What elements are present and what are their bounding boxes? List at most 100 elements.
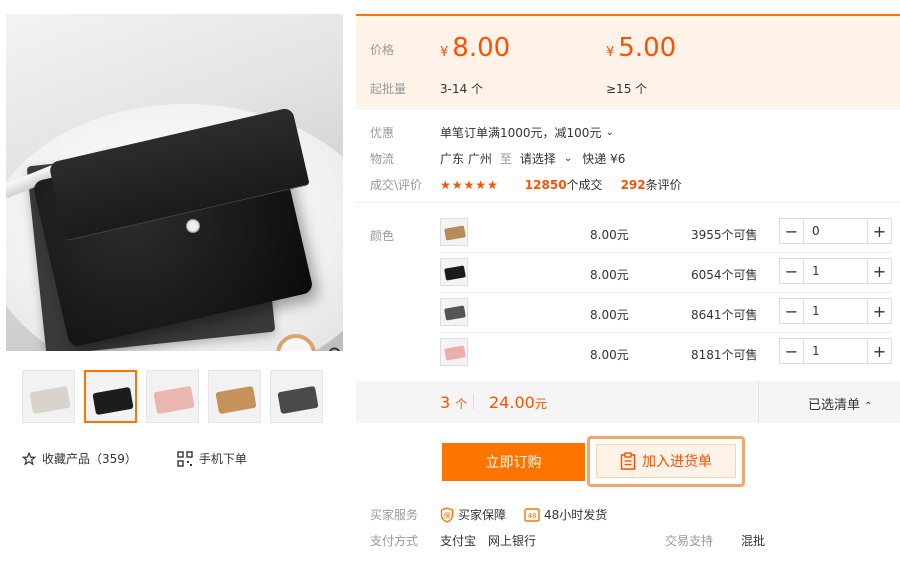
logistics-row: 物流 广东 广州 至 请选择 ⌄ 快递 ¥6 [370, 150, 625, 167]
minus-button[interactable]: − [780, 299, 804, 323]
buyer-protection[interactable]: 保 买家保障 [440, 506, 506, 523]
sku-stock: 6054个可售 [691, 268, 758, 282]
service-1-label: 买家保障 [458, 508, 507, 522]
logistics-label: 物流 [370, 152, 395, 166]
quantity-stepper: − 1 + [779, 258, 892, 284]
sku-price: 8.00元 [590, 228, 629, 242]
thumbnail-wallet [215, 385, 257, 415]
deals-count: 12850 [524, 177, 567, 192]
sku-thumbnail[interactable] [440, 218, 468, 246]
svg-text:48: 48 [528, 512, 537, 520]
chevron-up-icon: ⌃ [864, 401, 873, 412]
rating-stars: ★★★★★ [440, 177, 499, 192]
price-label: 价格 [370, 43, 395, 57]
quantity-stepper: − 0 + [779, 218, 892, 244]
thumbnail-strip [22, 370, 323, 423]
payment-row: 支付方式 支付宝 网上银行 交易支持 混批 [370, 532, 765, 549]
destination-select[interactable]: 请选择 [520, 150, 556, 167]
buyer-service-row: 买家服务 保 买家保障 48 48小时发货 [370, 506, 625, 523]
deals-label: 成交\评价 [370, 178, 423, 192]
image-wallet-snap [186, 219, 200, 233]
quantity-input[interactable]: 0 [804, 219, 867, 243]
sku-separator [440, 332, 892, 333]
sku-thumbnail[interactable] [440, 298, 468, 326]
sku-separator [440, 252, 892, 253]
origin-text: 广东 广州 [440, 152, 492, 166]
minus-button[interactable]: − [780, 339, 804, 363]
thumbnail-wallet [277, 385, 319, 415]
price-tier-2: ¥ 5.00 [606, 33, 676, 63]
minus-button[interactable]: − [780, 219, 804, 243]
count-unit: 个 [455, 397, 468, 411]
trade-value: 混批 [741, 534, 766, 548]
thumbnail[interactable] [22, 370, 75, 423]
quantity-input[interactable]: 1 [804, 299, 867, 323]
pay-alipay: 支付宝 [440, 534, 477, 548]
favorite-button[interactable]: 收藏产品（359） [22, 450, 137, 467]
main-product-image[interactable] [6, 14, 343, 351]
order-now-button[interactable]: 立即订购 [442, 443, 585, 481]
sku-thumbnail[interactable] [440, 338, 468, 366]
promo-text[interactable]: 单笔订单满1000元，减100元 [440, 124, 601, 141]
svg-text:保: 保 [444, 511, 451, 520]
thumbnail-wallet [153, 385, 195, 415]
price-panel: 价格 ¥ 8.00 ¥ 5.00 起批量 3-14 个 ≥15 个 [356, 14, 900, 107]
summary-divider [473, 394, 474, 410]
sku-stock: 8181个可售 [691, 348, 758, 362]
trade-label: 交易支持 [665, 534, 714, 548]
plus-button[interactable]: + [867, 299, 891, 323]
divider [356, 108, 900, 109]
minus-button[interactable]: − [780, 259, 804, 283]
chevron-down-icon[interactable]: ⌄ [564, 153, 572, 164]
quantity-input[interactable]: 1 [804, 259, 867, 283]
sku-row: 8.00元 8181个可售 − 1 + [440, 338, 892, 368]
left-actions: 收藏产品（359） 手机下单 [22, 450, 247, 467]
sku-stock: 3955个可售 [691, 228, 758, 242]
sku-price: 8.00元 [590, 348, 629, 362]
mobile-order-label: 手机下单 [198, 452, 247, 466]
sku-row: 8.00元 6054个可售 − 1 + [440, 258, 892, 288]
quantity-input[interactable]: 1 [804, 339, 867, 363]
moq-label: 起批量 [370, 82, 407, 96]
plus-button[interactable]: + [867, 259, 891, 283]
moq-value: 3-14 个 [440, 82, 484, 96]
add-to-cart-button[interactable]: 加入进货单 [596, 444, 736, 478]
chevron-down-icon[interactable]: ⌄ [605, 127, 613, 138]
fast-shipping[interactable]: 48 48小时发货 [524, 506, 607, 523]
star-outline-icon [22, 451, 36, 466]
order-summary-bar: 3 个 24.00元 已选清单 ⌃ [356, 381, 900, 423]
deals-unit: 个成交 [566, 178, 603, 192]
thumbnail-wallet [92, 386, 134, 416]
sku-swatch [444, 225, 466, 241]
sku-thumbnail[interactable] [440, 258, 468, 286]
add-to-cart-highlight: 加入进货单 [587, 436, 745, 487]
summary-divider [758, 381, 759, 423]
clipboard-icon [620, 452, 636, 470]
promo-label: 优惠 [370, 126, 395, 140]
thumbnail-active[interactable] [84, 370, 137, 423]
plus-button[interactable]: + [867, 219, 891, 243]
reviews-count[interactable]: 292 [621, 178, 646, 192]
zoom-icon[interactable] [327, 346, 343, 351]
selected-list-label: 已选清单 [808, 398, 861, 413]
to-word: 至 [499, 152, 512, 166]
reviews-unit[interactable]: 条评价 [646, 176, 682, 193]
count-number: 3 [440, 393, 451, 412]
thumbnail[interactable] [208, 370, 261, 423]
shield-icon: 保 [440, 506, 454, 523]
sku-row: 8.00元 3955个可售 − 0 + [440, 218, 892, 248]
selected-count: 3 个 [440, 393, 467, 412]
thumbnail[interactable] [146, 370, 199, 423]
mobile-order-button[interactable]: 手机下单 [177, 450, 247, 467]
thumbnail[interactable] [270, 370, 323, 423]
sku-swatch [444, 265, 466, 281]
selected-list-toggle[interactable]: 已选清单 ⌃ [808, 394, 873, 413]
plus-button[interactable]: + [867, 339, 891, 363]
price-tier-1: ¥ 8.00 [440, 33, 510, 63]
sku-separator [440, 292, 892, 293]
color-label: 颜色 [370, 229, 395, 243]
sku-price: 8.00元 [590, 268, 629, 282]
express-fee: 快递 ¥6 [582, 152, 626, 166]
pay-bank: 网上银行 [488, 534, 537, 548]
moq-value: ≥15 个 [606, 82, 648, 96]
